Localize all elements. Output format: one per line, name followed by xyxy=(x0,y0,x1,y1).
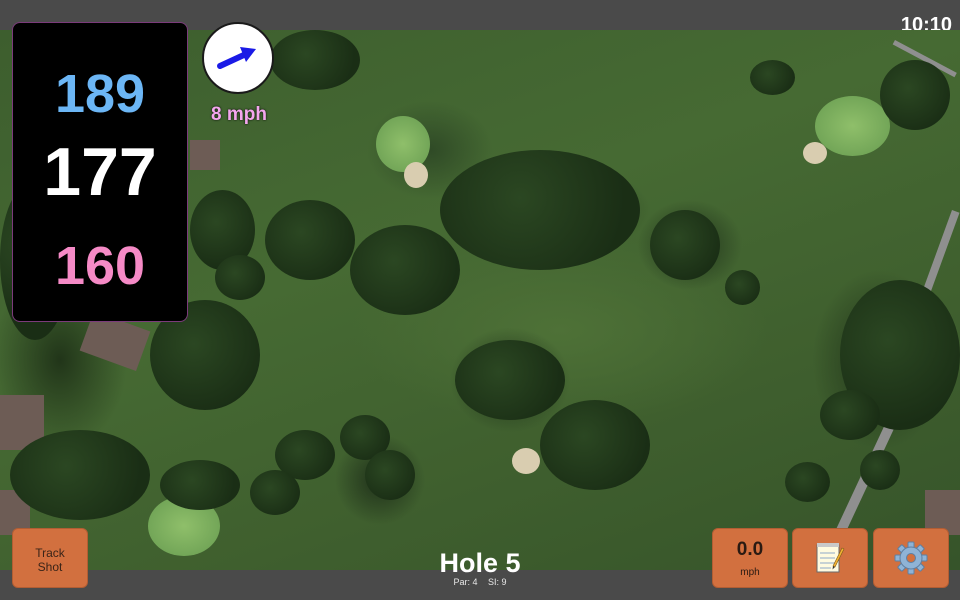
track-shot-label-line2: Shot xyxy=(37,560,63,574)
tree-cluster xyxy=(820,390,880,440)
speed-button[interactable]: 0.0 mph xyxy=(712,528,788,588)
speed-unit: mph xyxy=(740,567,760,578)
tree-cluster xyxy=(880,60,950,130)
sand-bunker xyxy=(512,448,540,474)
house-roof xyxy=(190,140,220,170)
track-shot-label-line1: Track xyxy=(35,546,65,560)
tree-cluster xyxy=(750,60,795,95)
tree-cluster xyxy=(270,30,360,90)
notepad-icon xyxy=(816,543,845,573)
tree-cluster xyxy=(215,255,265,300)
hole-stroke-index: SI: 9 xyxy=(488,577,507,587)
back-distance: 189 xyxy=(54,64,146,124)
notes-button[interactable] xyxy=(792,528,868,588)
tree-cluster xyxy=(455,340,565,420)
hole-title: Hole 5 xyxy=(439,548,521,578)
tree-cluster xyxy=(785,462,830,502)
distance-panel: 189 177 160 xyxy=(12,22,188,322)
hole-info: Par: 4 SI: 9 xyxy=(380,577,580,587)
tree-cluster xyxy=(160,460,240,510)
hole-par: Par: 4 xyxy=(453,577,478,587)
sand-bunker xyxy=(404,162,428,188)
tree-cluster xyxy=(725,270,760,305)
tree-cluster xyxy=(350,225,460,315)
tree-cluster xyxy=(10,430,150,520)
speed-value: 0.0 xyxy=(736,539,764,560)
tree-cluster xyxy=(440,150,640,270)
tree-cluster xyxy=(265,200,355,280)
wind-arrow-icon xyxy=(217,47,256,69)
front-distance: 160 xyxy=(54,236,146,296)
gear-icon xyxy=(894,541,928,575)
tree-cluster xyxy=(365,450,415,500)
sand-bunker xyxy=(803,142,827,164)
tree-cluster xyxy=(650,210,720,280)
settings-button[interactable] xyxy=(873,528,949,588)
putting-green xyxy=(815,96,890,156)
tree-cluster xyxy=(860,450,900,490)
tree-cluster xyxy=(540,400,650,490)
wind-speed: 8 mph xyxy=(211,104,267,125)
wind-indicator xyxy=(202,22,274,94)
track-shot-button[interactable]: Track Shot xyxy=(12,528,88,588)
tree-cluster xyxy=(250,470,300,515)
middle-distance: 177 xyxy=(43,134,157,210)
